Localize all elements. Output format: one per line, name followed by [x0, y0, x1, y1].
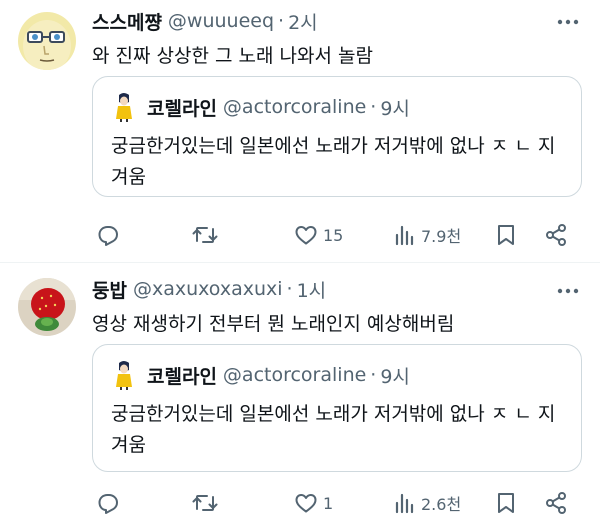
like-count: 15: [323, 225, 344, 245]
views-button[interactable]: 2.6천: [394, 489, 461, 517]
quote-timestamp: 9시: [380, 97, 410, 120]
bookmark-button[interactable]: [495, 489, 517, 517]
share-icon: [546, 492, 566, 514]
quoted-tweet[interactable]: 코렐라인 @actorcoraline · 9시 궁금한거있는데 일본에선 노래…: [92, 344, 582, 472]
like-button[interactable]: 15: [294, 221, 343, 249]
avatar[interactable]: [18, 278, 76, 336]
more-icon[interactable]: [554, 8, 582, 36]
tweet-header: 스스메쨩 @wuuueeq · 2시: [92, 8, 318, 34]
quote-timestamp: 9시: [380, 365, 410, 388]
share-button[interactable]: [544, 221, 568, 249]
quote-avatar[interactable]: [111, 360, 137, 390]
like-count: 1: [323, 493, 334, 513]
timestamp[interactable]: 2시: [288, 8, 318, 35]
views-icon: [395, 225, 414, 246]
separator-dot: ·: [286, 278, 293, 300]
reply-button[interactable]: [96, 221, 125, 249]
tweet-text: 영상 재생하기 전부터 뭔 노래인지 예상해버림: [92, 313, 455, 335]
views-icon: [395, 493, 414, 514]
timestamp[interactable]: 1시: [297, 276, 327, 303]
quote-header: 코렐라인 @actorcoraline · 9시: [111, 360, 410, 390]
tweet-header: 둥밥 @xaxuxoxaxuxi · 1시: [92, 276, 326, 302]
quote-author-handle: @actorcoraline: [222, 96, 367, 118]
reply-button[interactable]: [96, 489, 125, 517]
views-count: 2.6천: [421, 495, 462, 514]
separator-dot: ·: [370, 96, 377, 118]
share-icon: [546, 224, 566, 246]
tweet[interactable]: 둥밥 @xaxuxoxaxuxi · 1시 영상 재생하기 전부터 뭔 노래인지…: [0, 263, 600, 530]
author-name[interactable]: 둥밥: [92, 276, 127, 303]
views-count: 7.9천: [421, 227, 462, 246]
views-button[interactable]: 7.9천: [394, 221, 461, 249]
reply-icon: [98, 226, 118, 246]
quote-avatar[interactable]: [111, 92, 137, 122]
quote-text: 궁금한거있는데 일본에선 노래가 저거밖에 없나 ㅈ ㄴ 지겨움: [111, 403, 556, 456]
more-icon[interactable]: [554, 277, 582, 305]
bookmark-icon: [498, 225, 514, 245]
quote-header: 코렐라인 @actorcoraline · 9시: [111, 92, 410, 122]
quote-author-handle: @actorcoraline: [222, 364, 367, 386]
quote-text: 궁금한거있는데 일본에선 노래가 저거밖에 없나 ㅈ ㄴ 지겨움: [111, 135, 556, 188]
avatar[interactable]: [18, 12, 76, 70]
like-button[interactable]: 1: [294, 489, 333, 517]
bookmark-button[interactable]: [495, 221, 517, 249]
heart-icon: [295, 226, 317, 245]
reply-icon: [98, 494, 118, 514]
tweet[interactable]: 스스메쨩 @wuuueeq · 2시 와 진짜 상상한 그 노래 나와서 놀람 …: [0, 0, 600, 262]
quote-author-name: 코렐라인: [147, 365, 217, 388]
bookmark-icon: [498, 493, 514, 513]
retweet-icon: [192, 227, 218, 243]
heart-icon: [295, 494, 317, 513]
quote-author-name: 코렐라인: [147, 97, 217, 120]
retweet-button[interactable]: [192, 221, 223, 249]
tweet-text: 와 진짜 상상한 그 노래 나와서 놀람: [92, 45, 373, 67]
quoted-tweet[interactable]: 코렐라인 @actorcoraline · 9시 궁금한거있는데 일본에선 노래…: [92, 76, 582, 197]
action-bar: 15 7.9천: [92, 221, 582, 249]
author-handle[interactable]: @xaxuxoxaxuxi: [133, 278, 283, 300]
separator-dot: ·: [278, 10, 285, 32]
share-button[interactable]: [544, 489, 568, 517]
separator-dot: ·: [370, 364, 377, 386]
author-name[interactable]: 스스메쨩: [92, 8, 162, 35]
retweet-button[interactable]: [192, 489, 223, 517]
retweet-icon: [192, 495, 218, 511]
author-handle[interactable]: @wuuueeq: [168, 10, 274, 32]
action-bar: 1 2.6천: [92, 489, 582, 517]
